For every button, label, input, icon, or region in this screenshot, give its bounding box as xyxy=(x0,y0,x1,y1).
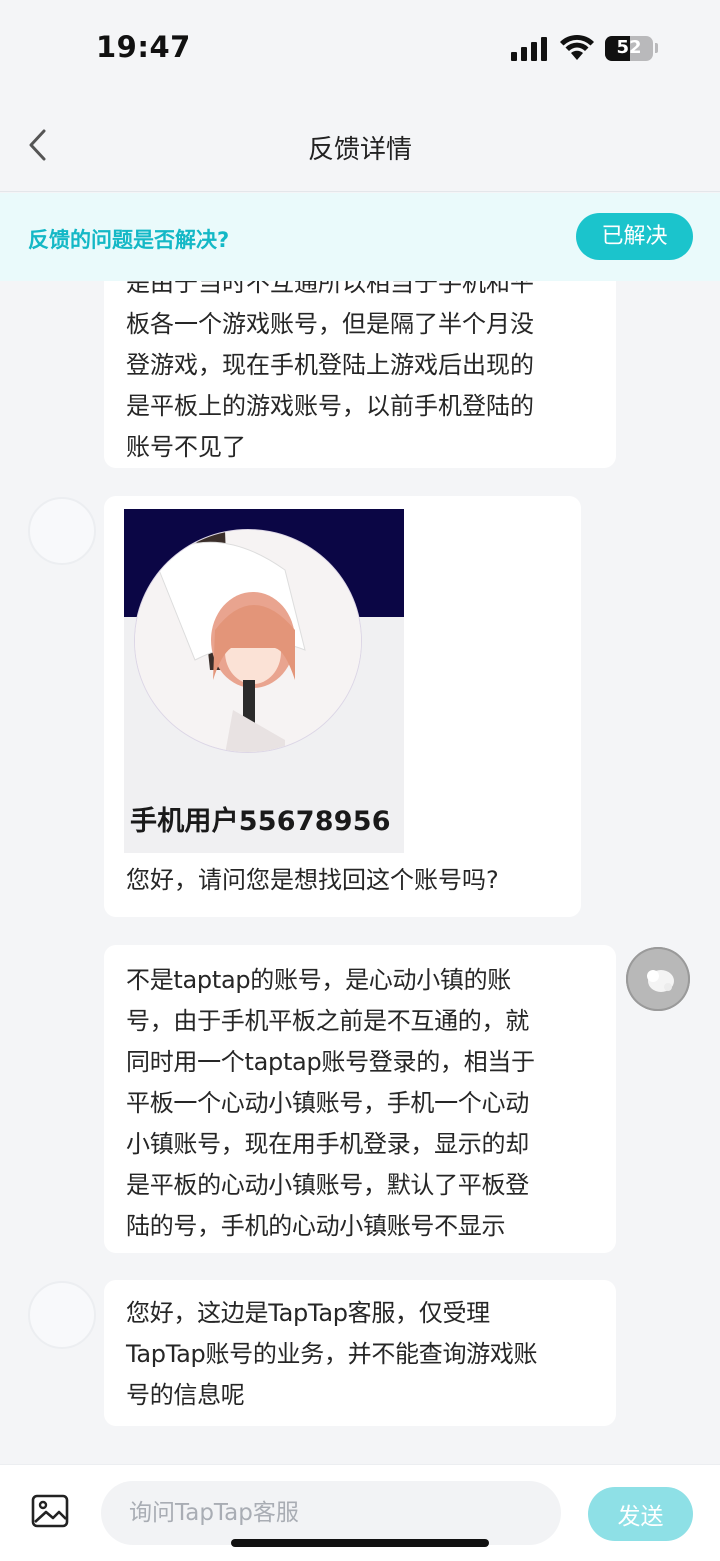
status-time: 19:47 xyxy=(96,30,191,64)
message-input[interactable] xyxy=(101,1481,561,1545)
agent-avatar xyxy=(28,1281,96,1349)
agent-message-bubble: 您好，这边是TapTap客服，仅受理 TapTap账号的业务，并不能查询游戏账 … xyxy=(104,1280,616,1426)
user-avatar-image xyxy=(626,947,690,1011)
home-indicator xyxy=(231,1539,489,1547)
message-text: 是由于当时不互通所以相当于手机和平 板各一个游戏账号，但是隔了半个月没 登游戏，… xyxy=(126,281,534,461)
page-title: 反馈详情 xyxy=(307,135,412,165)
agent-message-bubble: 手机用户55678956 您好，请问您是想找回这个账号吗? xyxy=(104,496,581,917)
user-message-bubble: 不是taptap的账号，是心动小镇的账 号，由于手机平板之前是不互通的，就 同时… xyxy=(104,945,616,1253)
status-bar: 19:47 52 xyxy=(0,0,720,95)
resolve-banner: 反馈的问题是否解决? 已解决 xyxy=(0,193,720,281)
send-button[interactable]: 发送 xyxy=(588,1487,693,1541)
battery-tip xyxy=(655,43,658,53)
user-avatar xyxy=(626,947,690,1011)
profile-avatar-image xyxy=(134,529,362,753)
anime-character-illustration xyxy=(135,530,361,752)
nav-bar: 反馈详情 xyxy=(0,95,720,192)
user-message-bubble: 是由于当时不互通所以相当于手机和平 板各一个游戏账号，但是隔了半个月没 登游戏，… xyxy=(104,281,616,468)
resolve-question: 反馈的问题是否解决? xyxy=(28,228,230,252)
signal-icon xyxy=(511,37,549,61)
message-text: 您好，请问您是想找回这个账号吗? xyxy=(126,866,499,894)
resolved-button[interactable]: 已解决 xyxy=(576,213,693,260)
account-screenshot-image[interactable]: 手机用户55678956 xyxy=(124,509,404,853)
chat-area[interactable]: 是由于当时不互通所以相当于手机和平 板各一个游戏账号，但是隔了半个月没 登游戏，… xyxy=(0,281,720,1464)
message-text: 您好，这边是TapTap客服，仅受理 TapTap账号的业务，并不能查询游戏账 … xyxy=(126,1299,538,1409)
screenshot-username: 手机用户55678956 xyxy=(130,806,391,837)
agent-avatar xyxy=(28,497,96,565)
message-text: 不是taptap的账号，是心动小镇的账 号，由于手机平板之前是不互通的，就 同时… xyxy=(126,966,535,1240)
battery-icon: 52 xyxy=(605,36,653,61)
wifi-icon xyxy=(560,34,594,60)
image-icon[interactable] xyxy=(31,1494,69,1528)
battery-level: 52 xyxy=(616,37,642,58)
